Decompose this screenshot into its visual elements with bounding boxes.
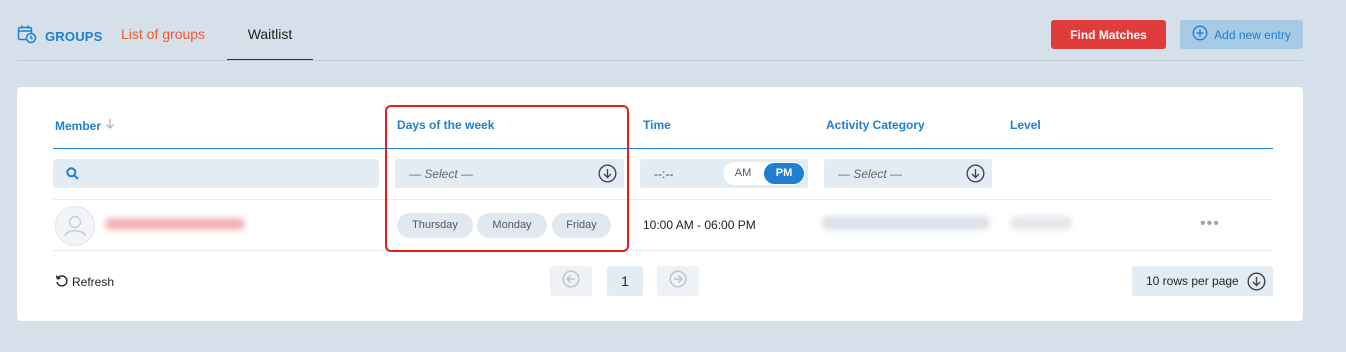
search-icon bbox=[66, 167, 79, 185]
activity-category-redacted bbox=[822, 216, 990, 230]
time-input[interactable]: --:-- bbox=[654, 167, 673, 181]
top-bar: GROUPS List of groups Waitlist Find Matc… bbox=[17, 0, 1303, 61]
time-value: 10:00 AM - 06:00 PM bbox=[643, 218, 756, 232]
column-header-time: Time bbox=[643, 118, 671, 132]
avatar bbox=[55, 206, 95, 246]
refresh-icon bbox=[55, 274, 68, 290]
plus-circle-icon bbox=[1192, 25, 1208, 44]
find-matches-button[interactable]: Find Matches bbox=[1051, 20, 1166, 49]
column-header-activity-category: Activity Category bbox=[826, 118, 925, 132]
arrow-down-circle-icon bbox=[1247, 272, 1266, 294]
arrow-right-circle-icon bbox=[669, 269, 687, 293]
rows-per-page-select[interactable]: 10 rows per page bbox=[1132, 266, 1273, 296]
page-number: 1 bbox=[621, 273, 629, 289]
refresh-button[interactable]: Refresh bbox=[55, 274, 114, 290]
calendar-clock-icon bbox=[17, 24, 37, 49]
row-divider bbox=[53, 250, 1273, 251]
waitlist-table-card: Member Days of the week Time Activity Ca… bbox=[17, 87, 1303, 321]
column-header-member[interactable]: Member bbox=[55, 118, 115, 133]
brand: GROUPS bbox=[17, 24, 103, 49]
previous-page-button[interactable] bbox=[550, 266, 592, 296]
am-option[interactable]: AM bbox=[723, 162, 763, 185]
column-header-member-label: Member bbox=[55, 118, 102, 133]
pm-option[interactable]: PM bbox=[764, 163, 804, 184]
level-redacted bbox=[1010, 216, 1072, 230]
am-pm-toggle[interactable]: AM PM bbox=[723, 162, 805, 185]
activity-category-select-value: — Select — bbox=[838, 166, 903, 181]
sort-arrow-down-icon bbox=[105, 118, 115, 133]
tab-waitlist[interactable]: Waitlist bbox=[227, 0, 313, 60]
next-page-button[interactable] bbox=[657, 266, 699, 296]
tab-waitlist-label: Waitlist bbox=[247, 26, 293, 42]
activity-category-select[interactable]: — Select — bbox=[824, 159, 992, 188]
member-search-input[interactable] bbox=[53, 159, 379, 188]
member-name-redacted bbox=[105, 218, 245, 230]
arrow-left-circle-icon bbox=[562, 269, 580, 293]
time-filter[interactable]: --:-- AM PM bbox=[640, 159, 808, 188]
brand-label: GROUPS bbox=[45, 29, 103, 44]
tab-list-of-groups[interactable]: List of groups bbox=[121, 26, 205, 42]
days-column-highlight bbox=[385, 105, 629, 252]
add-new-entry-label: Add new entry bbox=[1214, 27, 1291, 42]
more-options-icon[interactable]: ••• bbox=[1200, 215, 1220, 233]
filter-divider bbox=[53, 199, 1273, 200]
header-divider bbox=[53, 148, 1273, 149]
page-number-button[interactable]: 1 bbox=[607, 266, 643, 296]
arrow-down-circle-icon bbox=[966, 164, 985, 186]
refresh-label: Refresh bbox=[72, 275, 115, 289]
rows-per-page-value: 10 rows per page bbox=[1146, 274, 1239, 288]
column-header-level: Level bbox=[1010, 118, 1041, 132]
add-new-entry-button[interactable]: Add new entry bbox=[1180, 20, 1303, 49]
